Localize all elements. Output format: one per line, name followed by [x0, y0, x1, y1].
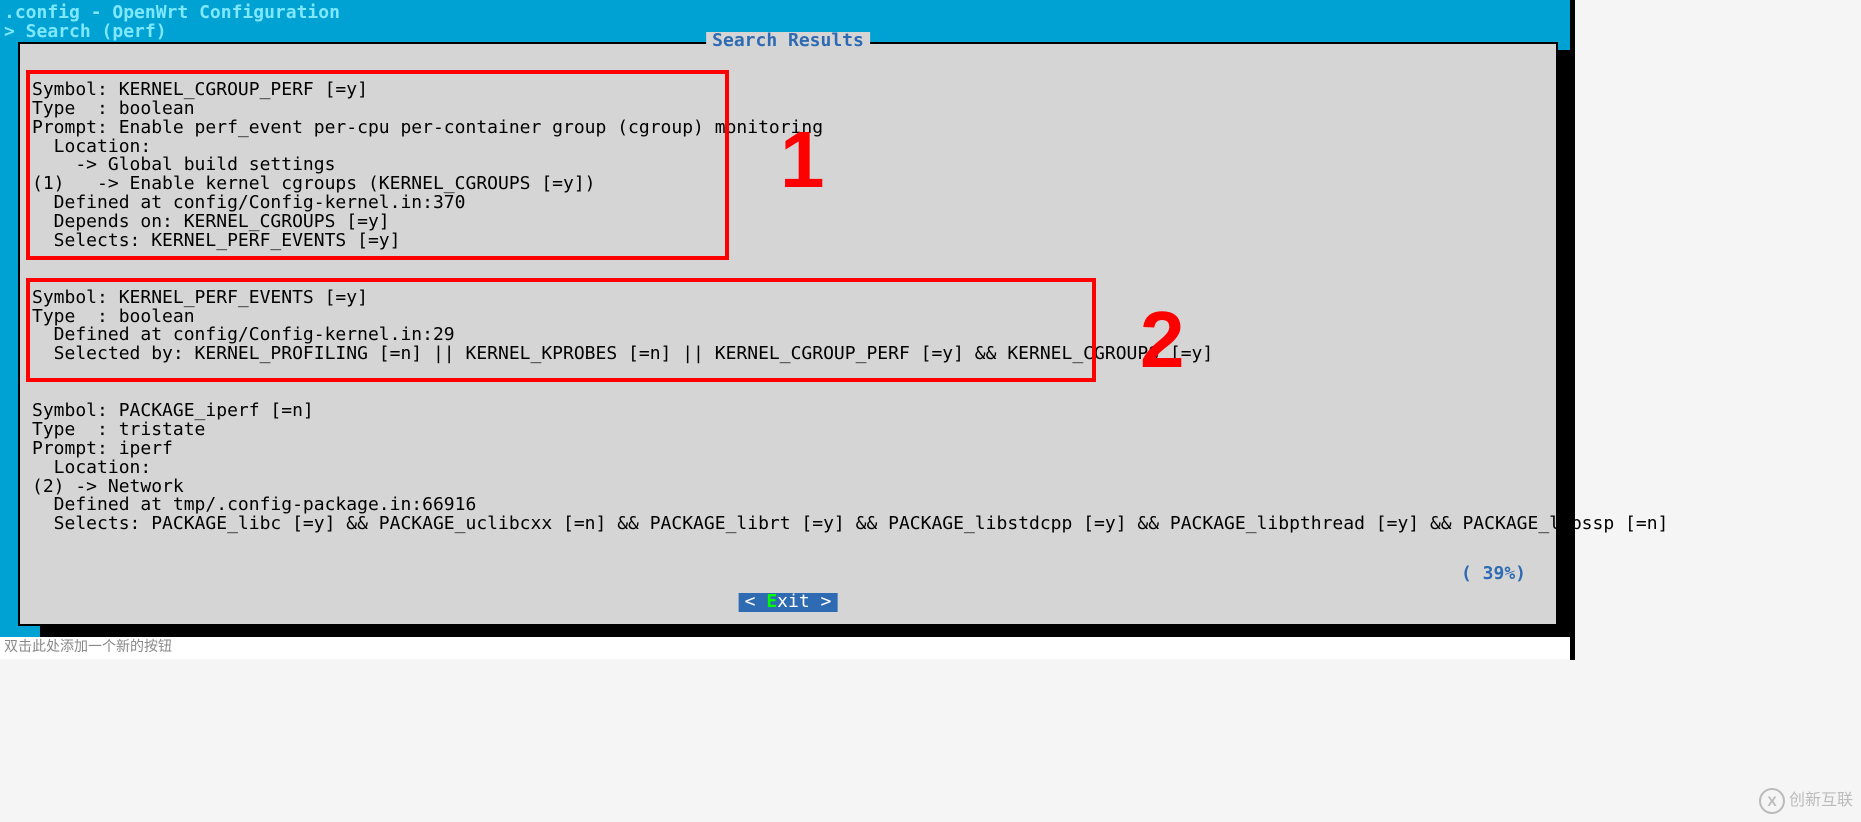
logo-text: 创新互联 — [1789, 793, 1853, 810]
scroll-percent: ( 39%) — [1461, 565, 1526, 584]
result-line: Type : boolean — [32, 306, 195, 327]
result-line: Prompt: iperf — [32, 438, 173, 459]
box-title: Search Results — [706, 32, 870, 51]
result-line: (2) -> Network — [32, 476, 184, 497]
watermark-logo: X 创新互联 — [1759, 788, 1853, 814]
exit-prefix: < — [745, 591, 767, 612]
result-line: Symbol: KERNEL_CGROUP_PERF [=y] — [32, 79, 368, 100]
result-line: -> Global build settings — [32, 154, 335, 175]
result-line: Prompt: Enable perf_event per-cpu per-co… — [32, 117, 823, 138]
terminal-window: .config - OpenWrt Configuration > Search… — [0, 0, 1570, 637]
result-line: Selected by: KERNEL_PROFILING [=n] || KE… — [32, 343, 1213, 364]
logo-icon: X — [1759, 788, 1785, 814]
result-line: Depends on: KERNEL_CGROUPS [=y] — [32, 211, 390, 232]
exit-suffix: > — [810, 591, 832, 612]
result-line: Symbol: PACKAGE_iperf [=n] — [32, 400, 314, 421]
config-title: .config - OpenWrt Configuration — [4, 4, 1570, 23]
exit-label: xit — [777, 591, 810, 612]
search-results-content: Symbol: KERNEL_CGROUP_PERF [=y] Type : b… — [32, 62, 1668, 553]
result-line: Defined at config/Config-kernel.in:370 — [32, 192, 465, 213]
exit-button[interactable]: < Exit > — [739, 593, 838, 612]
exit-hotkey: E — [766, 591, 777, 612]
ide-bottom-hint: 双击此处添加一个新的按钮 — [0, 637, 1570, 659]
result-line: Type : tristate — [32, 419, 205, 440]
result-line: Selects: PACKAGE_libc [=y] && PACKAGE_uc… — [32, 513, 1668, 534]
result-line: (1) -> Enable kernel cgroups (KERNEL_CGR… — [32, 173, 596, 194]
result-line: Location: — [32, 457, 151, 478]
result-line: Defined at config/Config-kernel.in:29 — [32, 324, 455, 345]
result-line: Defined at tmp/.config-package.in:66916 — [32, 494, 476, 515]
search-results-box: Search Results Symbol: KERNEL_CGROUP_PER… — [18, 42, 1558, 626]
result-line: Type : boolean — [32, 98, 195, 119]
box-shadow-right — [1558, 50, 1574, 630]
result-line: Symbol: KERNEL_PERF_EVENTS [=y] — [32, 287, 368, 308]
result-line: Selects: KERNEL_PERF_EVENTS [=y] — [32, 230, 400, 251]
result-line: Location: — [32, 136, 151, 157]
